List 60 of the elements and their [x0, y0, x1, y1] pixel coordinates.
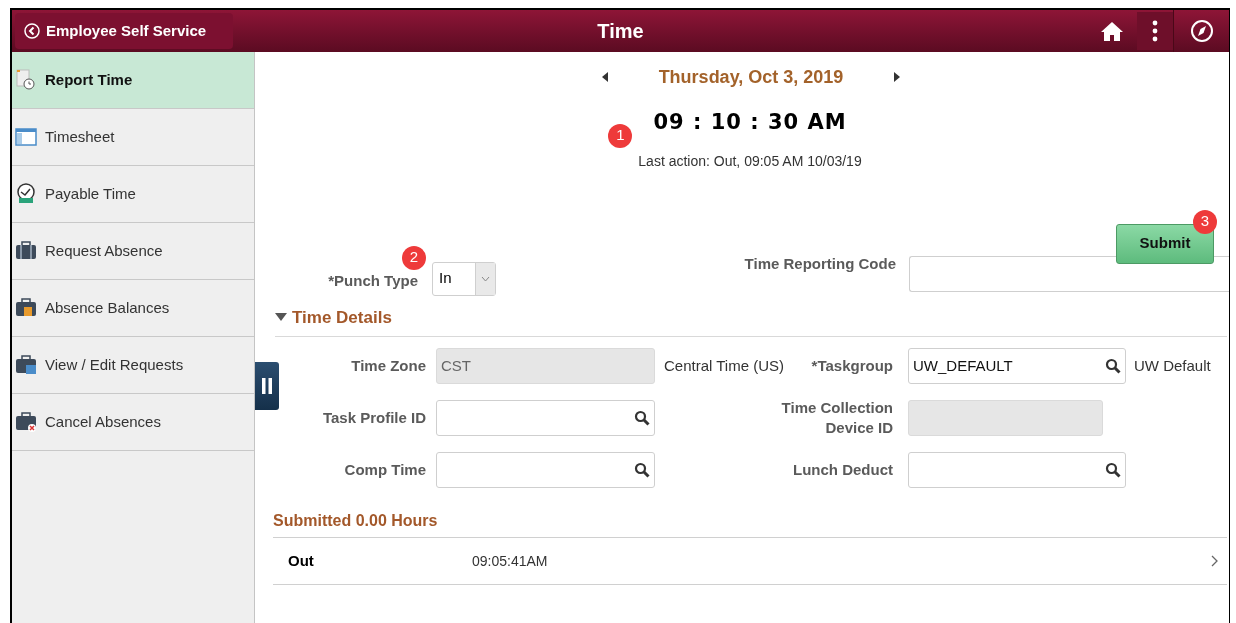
- lookup-field[interactable]: [436, 452, 655, 488]
- collapse-handle[interactable]: [255, 362, 279, 410]
- punch-time-text: 09:05:41AM: [472, 551, 548, 571]
- briefcase-icon: [15, 240, 37, 262]
- sidebar-item[interactable]: Payable Time: [12, 166, 254, 223]
- home-icon: [1100, 20, 1124, 42]
- field-label: Task Profile ID: [321, 408, 426, 428]
- search-icon: [634, 410, 650, 426]
- lookup-field[interactable]: UW_DEFAULT: [908, 348, 1126, 384]
- compass-icon: [1189, 19, 1214, 43]
- gauge-icon: [15, 183, 37, 205]
- page-title: Time: [597, 19, 644, 44]
- last-action-text: Last action: Out, 09:05 AM 10/03/19: [638, 152, 862, 169]
- search-icon: [634, 462, 650, 478]
- display-field: CST: [436, 348, 655, 384]
- briefcase-icon: [15, 297, 37, 319]
- punch-type-text: Out: [287, 550, 315, 571]
- input-field[interactable]: [909, 255, 1229, 292]
- lookup-field[interactable]: [436, 400, 655, 436]
- field-label: Time Collection Device ID: [780, 398, 893, 438]
- sidebar-item[interactable]: View / Edit Requests: [12, 337, 254, 394]
- sidebar-item[interactable]: Timesheet: [12, 109, 254, 166]
- back-icon: [24, 23, 40, 39]
- section-title: Submitted 0.00 Hours: [273, 509, 1227, 538]
- date-label: Thursday, Oct 3, 2019: [658, 65, 844, 89]
- lookup-field[interactable]: [908, 452, 1126, 488]
- callout-number: 1: [608, 123, 633, 148]
- punch-row[interactable]: Out 09:05:41AM: [273, 538, 1227, 585]
- left-arrow-icon: [601, 72, 608, 82]
- callout-number: 2: [402, 245, 426, 270]
- field-label: Time Reporting Code: [743, 253, 896, 274]
- right-arrow-icon: [894, 72, 901, 82]
- kebab-menu-icon: [1152, 20, 1158, 42]
- sidebar-item[interactable]: Absence Balances: [12, 280, 254, 337]
- field-description: Central Time (US): [664, 355, 785, 376]
- back-button[interactable]: Employee Self Service: [15, 13, 233, 49]
- sidebar-item[interactable]: Cancel Absences: [12, 394, 254, 451]
- search-icon: [1105, 358, 1121, 374]
- briefcase-icon: [15, 411, 37, 433]
- calendar-window-icon: [15, 126, 37, 148]
- callout-number: 3: [1193, 209, 1217, 234]
- clock-time: 09 : 10 : 30 AM: [653, 109, 847, 136]
- field-label: *Taskgroup: [811, 356, 893, 376]
- clock-document-icon: [15, 69, 37, 91]
- menu-button[interactable]: [1137, 12, 1173, 50]
- field-label: Comp Time: [343, 460, 426, 480]
- field-description: UW Default: [1134, 355, 1211, 376]
- punch-type-select[interactable]: In: [432, 261, 496, 296]
- section-toggle[interactable]: Time Details: [275, 304, 392, 330]
- field-label: *Punch Type: [328, 270, 418, 291]
- field-label: Lunch Deduct: [792, 460, 893, 480]
- caret-down-icon: [275, 313, 287, 322]
- chevron-down-icon: [481, 275, 490, 282]
- sidebar-item[interactable]: Report Time: [12, 52, 254, 109]
- field-label: Time Zone: [350, 356, 426, 376]
- pause-bars-icon: [262, 378, 272, 394]
- search-icon: [1105, 462, 1121, 478]
- sidebar-item[interactable]: Request Absence: [12, 223, 254, 280]
- briefcase-icon: [15, 354, 37, 376]
- chevron-right-icon: [1211, 555, 1219, 567]
